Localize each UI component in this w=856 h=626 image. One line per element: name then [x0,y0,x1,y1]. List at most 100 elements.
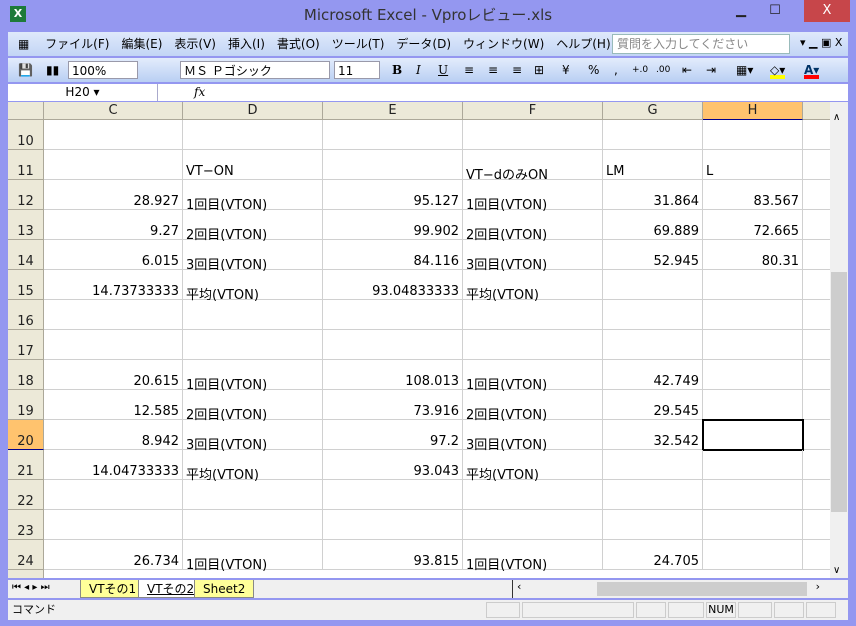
cell[interactable] [463,120,603,150]
cell[interactable] [803,180,830,210]
menu-item[interactable]: ツール(T) [326,32,391,56]
cell[interactable] [463,510,603,540]
row-header[interactable]: 20 [8,420,44,450]
cell[interactable]: 2回目(VTON) [183,390,323,423]
cell[interactable]: VT−ON [183,150,323,180]
cell[interactable] [803,120,830,150]
cell[interactable] [803,360,830,390]
cell[interactable]: 97.2 [323,420,463,450]
increase-indent-icon[interactable]: ⇥ [706,61,716,79]
italic-button[interactable]: I [416,61,421,79]
cell[interactable] [803,420,830,450]
row-header[interactable]: 10 [8,120,44,150]
cell[interactable] [44,510,183,540]
scroll-thumb[interactable] [831,272,847,512]
cell[interactable] [803,210,830,240]
column-header[interactable]: H [703,102,803,120]
cell[interactable]: 80.31 [703,240,803,270]
cell[interactable] [603,120,703,150]
cell[interactable] [803,510,830,540]
workbook-window-controls[interactable]: ▾ ▁ ▣ X [800,36,842,49]
zoom-select[interactable]: 100% [68,61,138,79]
row-header[interactable]: 24 [8,540,44,570]
cell[interactable] [803,390,830,420]
cell[interactable] [323,150,463,180]
column-header[interactable]: C [44,102,183,120]
cell[interactable]: 93.04833333 [323,270,463,300]
column-header[interactable]: D [183,102,323,120]
row-header[interactable]: 17 [8,330,44,360]
row-header[interactable]: 15 [8,270,44,300]
maximize-button[interactable]: ☐ [760,0,790,22]
cell[interactable]: 69.889 [603,210,703,240]
cell[interactable] [803,240,830,270]
cell[interactable] [703,510,803,540]
row-header[interactable]: 12 [8,180,44,210]
decrease-decimal-icon[interactable]: .00 [656,61,670,79]
menu-item[interactable]: 書式(O) [271,32,326,56]
cell[interactable] [703,450,803,480]
spreadsheet-grid[interactable]: C D E F G H 10 11 VT−ON VT−dのみON LM L 12 28.927 1回目(VT… [8,102,830,578]
cell[interactable] [703,270,803,300]
cell[interactable]: 83.567 [703,180,803,210]
cell[interactable]: 99.902 [323,210,463,240]
name-box[interactable]: H20 ▾ [8,84,158,101]
cell[interactable] [183,300,323,330]
row-header[interactable]: 11 [8,150,44,180]
cell[interactable]: 84.116 [323,240,463,270]
cell[interactable]: 72.665 [703,210,803,240]
cell[interactable]: VT−dのみON [463,150,603,183]
row-header[interactable]: 14 [8,240,44,270]
decrease-indent-icon[interactable]: ⇤ [682,61,692,79]
align-right-icon[interactable]: ≡ [512,61,522,79]
cell[interactable] [803,450,830,480]
row-header[interactable]: 18 [8,360,44,390]
menu-item[interactable]: 編集(E) [115,32,168,56]
cell[interactable] [44,150,183,180]
cell[interactable]: 108.013 [323,360,463,390]
align-center-icon[interactable]: ≡ [488,61,498,79]
tab-scroll-buttons[interactable]: ⏮ ◂ ▸ ⏭ [12,582,50,593]
minimize-button[interactable]: ▁ [726,0,756,22]
cell[interactable] [603,300,703,330]
cell[interactable]: L [703,150,803,180]
close-button[interactable]: X [804,0,850,22]
cell[interactable]: 20.615 [44,360,183,390]
cell[interactable] [803,540,830,570]
cell[interactable] [703,540,803,570]
cell[interactable] [183,330,323,360]
cell[interactable]: 3回目(VTON) [183,240,323,273]
cell[interactable] [183,120,323,150]
cell[interactable]: 1回目(VTON) [183,180,323,213]
cell[interactable] [603,510,703,540]
font-size-select[interactable]: 11 [334,61,380,79]
menu-item[interactable]: ウィンドウ(W) [457,32,550,56]
cell[interactable]: 3回目(VTON) [463,420,603,453]
cell[interactable] [183,510,323,540]
row-header[interactable]: 21 [8,450,44,480]
help-search-input[interactable]: 質問を入力してください [612,34,790,54]
cell[interactable]: 29.545 [603,390,703,420]
cell[interactable]: 3回目(VTON) [183,420,323,453]
cell[interactable] [323,480,463,510]
comma-button[interactable]: , [614,61,618,79]
increase-decimal-icon[interactable]: +.0 [632,61,648,79]
currency-icon[interactable]: ¥ [562,61,570,79]
merge-center-icon[interactable]: ⊞ [534,61,544,79]
cell[interactable] [603,480,703,510]
bold-button[interactable]: B [392,61,402,79]
cell[interactable]: 9.27 [44,210,183,240]
column-header[interactable] [803,102,830,120]
cell[interactable]: 93.043 [323,450,463,480]
underline-button[interactable]: U [438,61,448,79]
workbook-icon[interactable]: ▦ [8,32,35,56]
cell[interactable]: 14.04733333 [44,450,183,480]
borders-icon[interactable]: ▦▾ [736,61,753,79]
cell[interactable] [44,480,183,510]
cell[interactable] [703,420,803,450]
cell[interactable]: 24.705 [603,540,703,570]
cell[interactable] [703,360,803,390]
cell[interactable] [44,300,183,330]
excel-app-icon[interactable]: X [10,6,26,22]
cell[interactable]: 28.927 [44,180,183,210]
